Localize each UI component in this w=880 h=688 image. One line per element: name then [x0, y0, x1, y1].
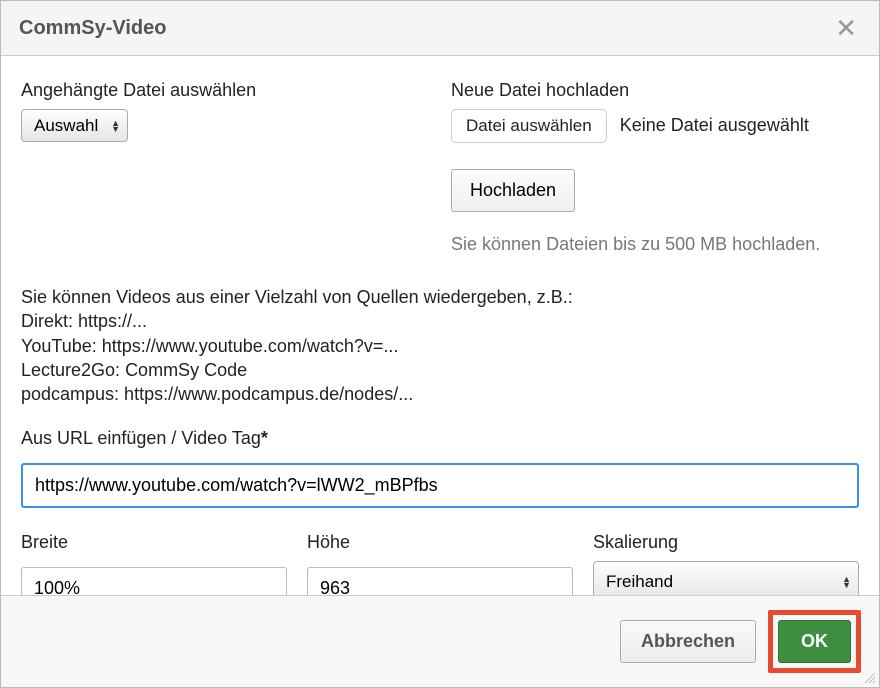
sources-intro: Sie können Videos aus einer Vielzahl von…: [21, 285, 859, 309]
choose-file-button[interactable]: Datei auswählen: [451, 109, 607, 143]
close-button[interactable]: ✕: [831, 15, 861, 41]
upload-label: Neue Datei hochladen: [451, 80, 859, 101]
width-label: Breite: [21, 532, 287, 553]
dimensions-row: Breite Höhe Skalierung Freihand ▲▼: [21, 532, 859, 595]
scale-section: Skalierung Freihand ▲▼: [593, 532, 859, 595]
attach-section: Angehängte Datei auswählen Auswahl ▲▼: [21, 80, 421, 255]
height-input[interactable]: [307, 567, 573, 595]
width-input[interactable]: [21, 567, 287, 595]
height-section: Höhe: [307, 532, 573, 595]
width-section: Breite: [21, 532, 287, 595]
file-status-text: Keine Datei ausgewählt: [620, 115, 809, 136]
dialog-footer: Abbrechen OK: [1, 595, 879, 687]
url-label-row: Aus URL einfügen / Video Tag*: [21, 428, 859, 449]
resize-grip-icon: [862, 670, 876, 684]
url-input[interactable]: [21, 463, 859, 508]
attach-select-wrap: Auswahl ▲▼: [21, 109, 128, 142]
sources-direct: Direkt: https://...: [21, 309, 859, 333]
cancel-button[interactable]: Abbrechen: [620, 620, 756, 663]
close-icon: ✕: [835, 13, 857, 43]
attach-select[interactable]: Auswahl: [21, 109, 128, 142]
height-label: Höhe: [307, 532, 573, 553]
top-row: Angehängte Datei auswählen Auswahl ▲▼ Ne…: [21, 80, 859, 255]
url-label: Aus URL einfügen / Video Tag: [21, 428, 261, 448]
attach-label: Angehängte Datei auswählen: [21, 80, 421, 101]
sources-lecture2go: Lecture2Go: CommSy Code: [21, 358, 859, 382]
dialog-header: CommSy-Video ✕: [1, 1, 879, 56]
dialog: CommSy-Video ✕ Angehängte Datei auswähle…: [0, 0, 880, 688]
sources-block: Sie können Videos aus einer Vielzahl von…: [21, 285, 859, 406]
upload-section: Neue Datei hochladen Datei auswählen Kei…: [451, 80, 859, 255]
scale-label: Skalierung: [593, 532, 859, 553]
upload-hint: Sie können Dateien bis zu 500 MB hochlad…: [451, 234, 859, 255]
dialog-body: Angehängte Datei auswählen Auswahl ▲▼ Ne…: [1, 56, 879, 595]
dialog-title: CommSy-Video: [19, 17, 166, 40]
ok-button[interactable]: OK: [778, 620, 851, 663]
scale-select[interactable]: Freihand: [593, 561, 859, 595]
scale-select-wrap: Freihand ▲▼: [593, 561, 859, 595]
ok-highlight: OK: [768, 610, 861, 673]
sources-youtube: YouTube: https://www.youtube.com/watch?v…: [21, 334, 859, 358]
url-section: Aus URL einfügen / Video Tag*: [21, 428, 859, 532]
upload-button[interactable]: Hochladen: [451, 169, 575, 212]
required-marker: *: [261, 428, 268, 448]
sources-podcampus: podcampus: https://www.podcampus.de/node…: [21, 382, 859, 406]
